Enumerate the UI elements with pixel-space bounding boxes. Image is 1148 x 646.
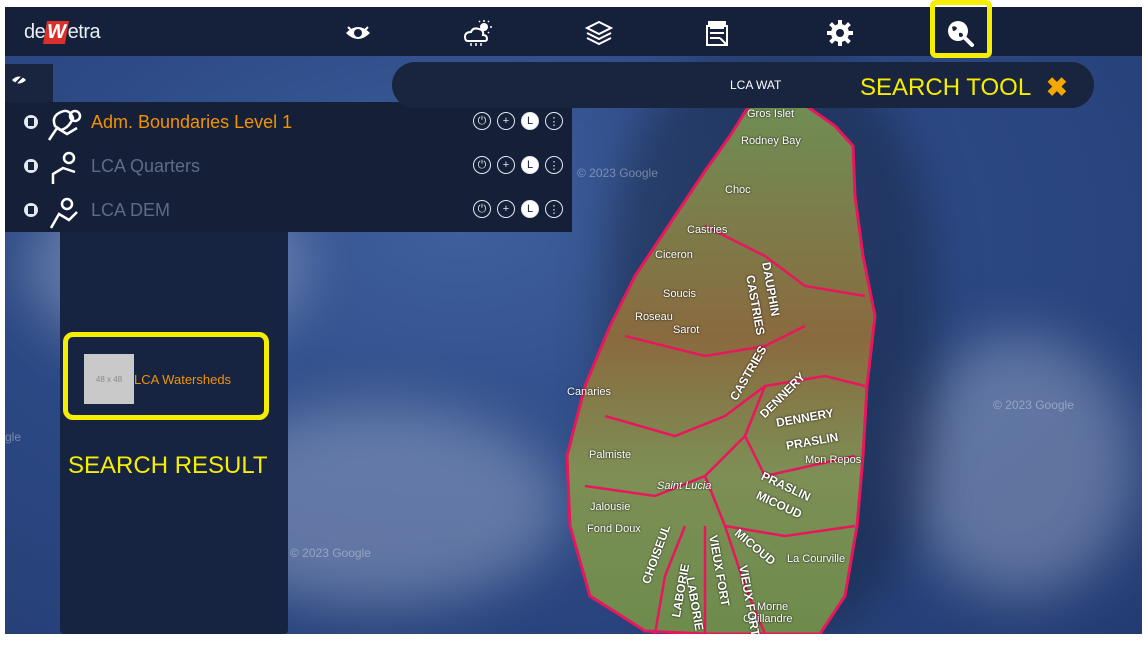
place-label: Rodney Bay bbox=[741, 135, 801, 147]
eye-slash-icon bbox=[12, 74, 26, 86]
search-result-highlight bbox=[63, 332, 269, 420]
place-label: Canaries bbox=[567, 386, 612, 398]
panel-visibility-toggle[interactable] bbox=[5, 64, 53, 102]
layers-icon[interactable] bbox=[584, 19, 614, 47]
layer-controls: ⏻ + L ⋮ bbox=[473, 156, 563, 174]
map-watermark: © 2023 Google bbox=[577, 166, 658, 180]
eye-icon[interactable] bbox=[343, 19, 373, 47]
layer-name: LCA DEM bbox=[91, 200, 171, 220]
logo-text-suffix: etra bbox=[67, 21, 101, 43]
place-label: Roseau bbox=[635, 311, 673, 323]
legend-icon[interactable]: L bbox=[521, 156, 539, 174]
search-tool-annotation: SEARCH TOOL bbox=[860, 74, 1032, 101]
place-label: Saint Lucia bbox=[657, 480, 712, 492]
weather-icon[interactable] bbox=[463, 19, 493, 47]
layer-list-panel: Adm. Boundaries Level 1 ⏻ + L ⋮ LCA Quar… bbox=[5, 102, 572, 232]
boundary-layer-icon bbox=[47, 109, 82, 141]
power-icon[interactable]: ⏻ bbox=[473, 112, 491, 130]
place-label: Choc bbox=[725, 184, 751, 196]
place-label: Jalousie bbox=[590, 501, 631, 513]
info-icon[interactable]: ⋮ bbox=[545, 156, 563, 174]
map-watermark: © 2023 Google bbox=[290, 546, 371, 560]
power-icon[interactable]: ⏻ bbox=[473, 156, 491, 174]
place-label: Soucis bbox=[663, 288, 697, 300]
info-icon[interactable]: ⋮ bbox=[545, 112, 563, 130]
place-label: Castries bbox=[687, 224, 728, 236]
app-logo[interactable]: deWetra bbox=[24, 21, 101, 44]
place-label: Palmiste bbox=[589, 449, 632, 461]
search-result-annotation: SEARCH RESULT bbox=[68, 452, 268, 479]
gear-icon[interactable] bbox=[825, 19, 855, 47]
delete-layer-icon[interactable] bbox=[23, 158, 39, 174]
zoom-to-layer-icon[interactable]: + bbox=[497, 200, 515, 218]
map-watermark: © 2023 Google bbox=[993, 398, 1074, 412]
zoom-to-layer-icon[interactable]: + bbox=[497, 156, 515, 174]
search-bar[interactable]: LCA WAT SEARCH TOOL ✖ bbox=[392, 62, 1094, 108]
place-label: Ciceron bbox=[655, 249, 693, 261]
place-label: Mon Repos bbox=[805, 454, 862, 466]
legend-icon[interactable]: L bbox=[521, 200, 539, 218]
place-label: Fond Doux bbox=[587, 523, 641, 535]
layer-row[interactable]: Adm. Boundaries Level 1 ⏻ + L ⋮ bbox=[5, 102, 572, 144]
logo-text-prefix: de bbox=[24, 21, 46, 43]
documents-icon[interactable] bbox=[702, 19, 732, 47]
place-label: La Courville bbox=[787, 553, 846, 565]
info-icon[interactable]: ⋮ bbox=[545, 200, 563, 218]
quarters-layer-icon bbox=[51, 151, 76, 184]
delete-layer-icon[interactable] bbox=[23, 114, 39, 130]
place-label: Sarot bbox=[673, 324, 700, 336]
dem-layer-icon bbox=[49, 197, 78, 229]
layer-row[interactable]: LCA Quarters ⏻ + L ⋮ bbox=[5, 146, 572, 188]
close-icon[interactable]: ✖ bbox=[1046, 72, 1068, 103]
layer-controls: ⏻ + L ⋮ bbox=[473, 112, 563, 130]
delete-layer-icon[interactable] bbox=[23, 202, 39, 218]
layer-name: Adm. Boundaries Level 1 bbox=[91, 112, 293, 132]
map-watermark: gle bbox=[5, 430, 22, 444]
place-label: Morne bbox=[757, 601, 789, 613]
place-label: Gros Islet bbox=[747, 108, 795, 120]
search-input[interactable]: LCA WAT bbox=[730, 78, 781, 92]
search-tool-highlight bbox=[930, 0, 992, 58]
zoom-to-layer-icon[interactable]: + bbox=[497, 112, 515, 130]
logo-mark: W bbox=[43, 21, 70, 44]
layer-name: LCA Quarters bbox=[91, 156, 201, 176]
layer-row[interactable]: LCA DEM ⏻ + L ⋮ bbox=[5, 190, 572, 232]
layer-controls: ⏻ + L ⋮ bbox=[473, 200, 563, 218]
legend-icon[interactable]: L bbox=[521, 112, 539, 130]
power-icon[interactable]: ⏻ bbox=[473, 200, 491, 218]
